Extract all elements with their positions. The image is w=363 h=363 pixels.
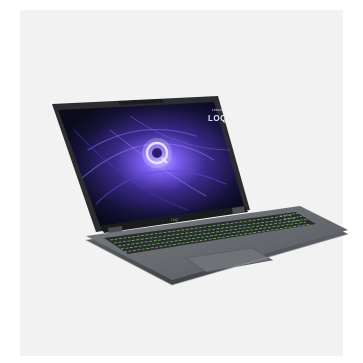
laptop-product-image: Lenovo LOQ LOQ — [52, 96, 349, 286]
image-frame: Lenovo LOQ LOQ — [0, 0, 363, 363]
bezel-logo: LOQ — [171, 218, 179, 222]
screen-brand-text: Lenovo — [212, 108, 224, 112]
screen-model-logo: LOQ — [208, 114, 227, 123]
loq-emblem-icon — [142, 138, 172, 168]
